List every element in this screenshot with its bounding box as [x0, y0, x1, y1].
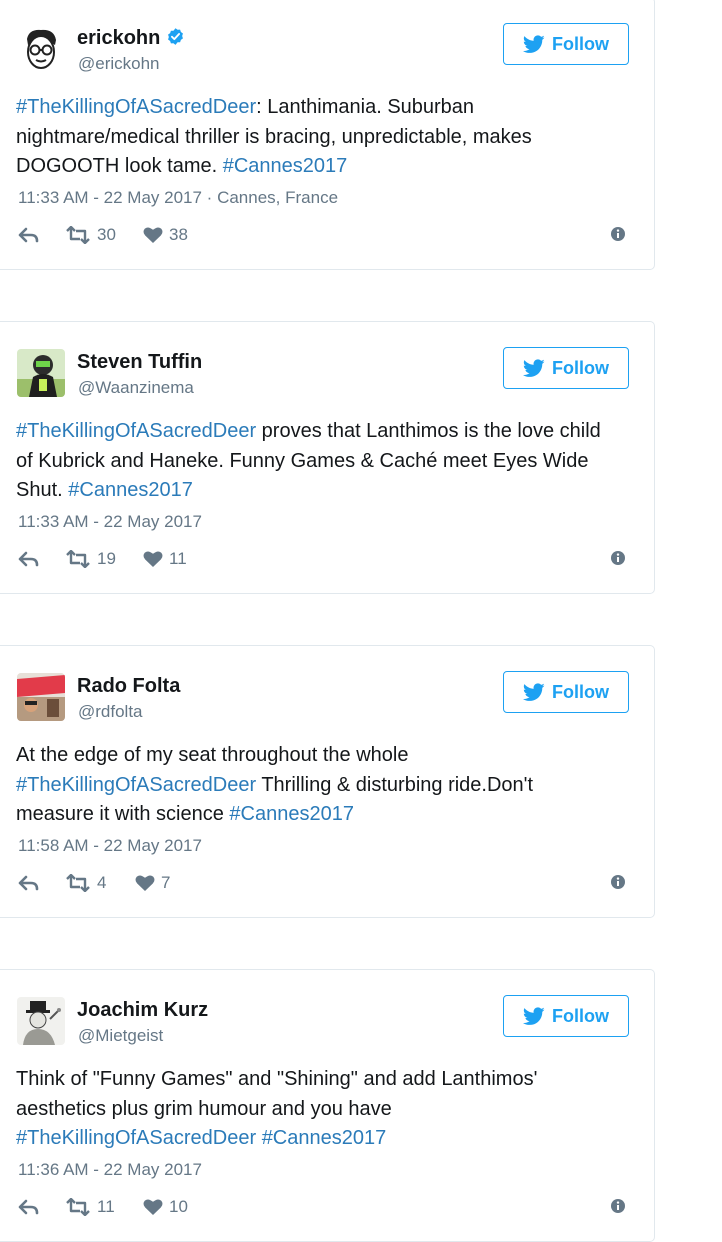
tweet-text-segment: Think of "Funny Games" and "Shining" and…: [16, 1068, 538, 1120]
display-name-text[interactable]: Rado Folta: [77, 675, 180, 697]
follow-button[interactable]: Follow: [503, 671, 629, 713]
reply-button[interactable]: [18, 872, 40, 894]
tweet-timestamp[interactable]: 11:33 AM - 22 May 2017 · Cannes, France: [18, 187, 338, 209]
like-button[interactable]: 38: [143, 224, 188, 246]
avatar[interactable]: [17, 349, 65, 397]
hashtag-link[interactable]: #TheKillingOfASacredDeer: [16, 1127, 256, 1149]
like-count: 10: [169, 1197, 188, 1216]
like-heart-icon: [135, 875, 155, 891]
retweet-button[interactable]: 19: [65, 548, 116, 570]
follow-label: Follow: [552, 1005, 609, 1026]
user-handle[interactable]: @erickohn: [78, 53, 160, 75]
avatar[interactable]: [17, 673, 65, 721]
retweet-count: 30: [97, 225, 116, 244]
retweet-count: 19: [97, 549, 116, 568]
avatar[interactable]: [17, 997, 65, 1045]
follow-label: Follow: [552, 681, 609, 702]
follow-button[interactable]: Follow: [503, 347, 629, 389]
user-handle[interactable]: @rdfolta: [78, 701, 143, 723]
verified-badge-icon: [168, 28, 184, 45]
display-name-text[interactable]: Joachim Kurz: [77, 999, 208, 1021]
tweet-timestamp[interactable]: 11:33 AM - 22 May 2017: [18, 511, 202, 533]
tweet-card: erickohn @erickohn Follow #TheKillingOfA…: [0, 0, 655, 270]
tweet-text: Think of "Funny Games" and "Shining" and…: [16, 1065, 616, 1154]
retweet-icon: [66, 1198, 90, 1216]
retweet-icon: [66, 226, 90, 244]
hashtag-link[interactable]: #TheKillingOfASacredDeer: [16, 774, 256, 796]
retweet-icon: [66, 874, 90, 892]
hashtag-link[interactable]: #Cannes2017: [223, 155, 348, 177]
like-button[interactable]: 11: [143, 548, 187, 570]
like-count: 11: [169, 549, 187, 568]
display-name[interactable]: Rado Folta: [77, 674, 180, 698]
tweet-timestamp[interactable]: 11:36 AM - 22 May 2017: [18, 1159, 202, 1181]
user-handle[interactable]: @Waanzinema: [78, 377, 194, 399]
reply-icon: [18, 1199, 39, 1215]
retweet-count: 4: [97, 873, 107, 892]
tweet-actions: 30 38: [18, 224, 633, 246]
like-heart-icon: [143, 551, 163, 567]
like-heart-icon: [143, 1199, 163, 1215]
twitter-bird-icon: [523, 34, 545, 53]
reply-icon: [18, 875, 39, 891]
tweet-text: #TheKillingOfASacredDeer: Lanthimania. S…: [16, 93, 616, 182]
like-button[interactable]: 10: [143, 1196, 188, 1218]
reply-button[interactable]: [18, 224, 40, 246]
info-icon[interactable]: [610, 550, 626, 566]
tweet-card: Rado Folta @rdfolta Follow At the edge o…: [0, 645, 655, 918]
retweet-count: 11: [97, 1197, 115, 1216]
tweet-actions: 11 10: [18, 1196, 633, 1218]
reply-button[interactable]: [18, 1196, 40, 1218]
hashtag-link[interactable]: #Cannes2017: [68, 479, 193, 501]
display-name-text[interactable]: erickohn: [77, 27, 160, 49]
twitter-bird-icon: [523, 1006, 545, 1025]
twitter-bird-icon: [523, 682, 545, 701]
follow-label: Follow: [552, 357, 609, 378]
like-count: 7: [161, 873, 171, 892]
hashtag-link[interactable]: #Cannes2017: [262, 1127, 387, 1149]
hashtag-link[interactable]: #TheKillingOfASacredDeer: [16, 420, 256, 442]
display-name[interactable]: Joachim Kurz: [77, 998, 208, 1022]
tweet-card: Joachim Kurz @Mietgeist Follow Think of …: [0, 969, 655, 1242]
tweet-timestamp[interactable]: 11:58 AM - 22 May 2017: [18, 835, 202, 857]
tweet-card: Steven Tuffin @Waanzinema Follow #TheKil…: [0, 321, 655, 594]
like-button[interactable]: 7: [135, 872, 170, 894]
reply-icon: [18, 551, 39, 567]
info-icon[interactable]: [610, 226, 626, 242]
retweet-button[interactable]: 4: [65, 872, 106, 894]
info-icon[interactable]: [610, 1198, 626, 1214]
retweet-button[interactable]: 30: [65, 224, 116, 246]
twitter-bird-icon: [523, 358, 545, 377]
like-count: 38: [169, 225, 188, 244]
follow-label: Follow: [552, 33, 609, 54]
tweet-actions: 19 11: [18, 548, 633, 570]
tweet-text: #TheKillingOfASacredDeer proves that Lan…: [16, 417, 616, 506]
display-name-text[interactable]: Steven Tuffin: [77, 351, 202, 373]
tweet-text-segment: At the edge of my seat throughout the wh…: [16, 744, 409, 766]
like-heart-icon: [143, 227, 163, 243]
retweet-button[interactable]: 11: [65, 1196, 115, 1218]
avatar[interactable]: [17, 25, 65, 73]
info-icon[interactable]: [610, 874, 626, 890]
reply-button[interactable]: [18, 548, 40, 570]
hashtag-link[interactable]: #TheKillingOfASacredDeer: [16, 96, 256, 118]
retweet-icon: [66, 550, 90, 568]
display-name[interactable]: Steven Tuffin: [77, 350, 202, 374]
hashtag-link[interactable]: #Cannes2017: [229, 803, 354, 825]
display-name[interactable]: erickohn: [77, 26, 185, 50]
follow-button[interactable]: Follow: [503, 23, 629, 65]
tweet-actions: 4 7: [18, 872, 633, 894]
user-handle[interactable]: @Mietgeist: [78, 1025, 163, 1047]
tweet-text: At the edge of my seat throughout the wh…: [16, 741, 616, 830]
follow-button[interactable]: Follow: [503, 995, 629, 1037]
reply-icon: [18, 227, 39, 243]
